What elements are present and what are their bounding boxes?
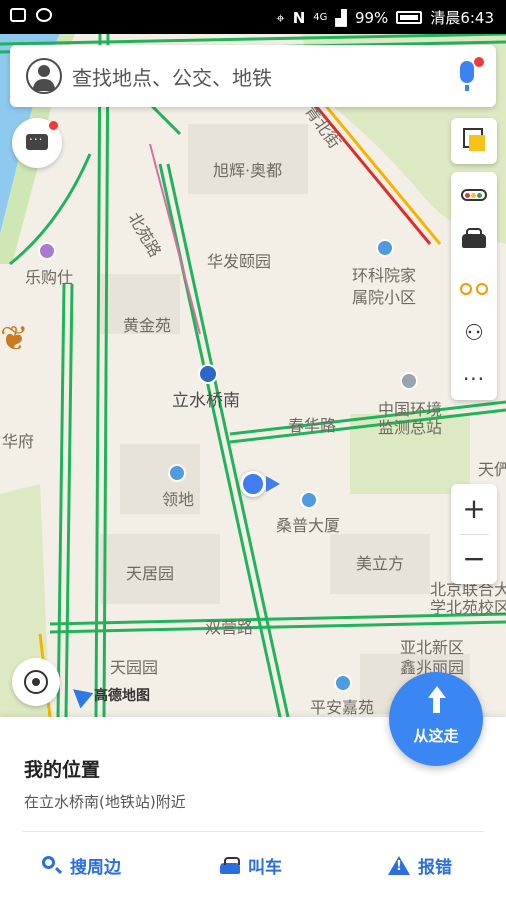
building-icon	[300, 491, 318, 509]
poi-huanke-jia[interactable]: 环科院家	[352, 262, 416, 286]
current-location-marker	[240, 471, 266, 497]
search-bar[interactable]: 查找地点、公交、地铁	[10, 45, 496, 107]
call-taxi-label: 叫车	[248, 858, 282, 878]
poi-meili-fang[interactable]: 美立方	[356, 550, 404, 574]
report-error-button[interactable]: 报错	[388, 853, 452, 878]
poi-lishui-qiaonan[interactable]: 立水桥南	[172, 386, 240, 411]
building-icon	[334, 674, 352, 692]
bicycle-icon	[460, 279, 488, 295]
map-layers-button[interactable]	[451, 118, 497, 164]
microphone-icon[interactable]	[460, 61, 474, 91]
notification-dot	[474, 57, 484, 67]
more-button[interactable]: ···	[451, 356, 497, 402]
route-from-here-label: 从这走	[413, 727, 459, 745]
warning-icon	[388, 856, 410, 875]
poi-huafu[interactable]: 华府	[2, 428, 34, 452]
poi-sangpu-dasha[interactable]: 桑普大厦	[276, 512, 340, 536]
briefcase-icon	[10, 8, 26, 22]
unread-dot	[49, 121, 58, 130]
layers-icon-fill	[469, 135, 485, 151]
clock: 清晨6:43	[430, 9, 494, 27]
poi-lingdi[interactable]: 领地	[162, 486, 194, 510]
nfc-icon: N	[292, 8, 306, 27]
poi-huafa-yiyuan[interactable]: 华发颐园	[207, 248, 271, 272]
poi-tianju-yuan[interactable]: 天居园	[126, 560, 174, 584]
road-label-shuang-ying-lu: 双营路	[205, 618, 254, 637]
subway-icon	[198, 364, 218, 384]
poi-xuebei-yuan[interactable]: 学北苑校区	[430, 594, 506, 618]
chat-icon	[26, 129, 48, 150]
poi-legou-shi[interactable]: 乐购仕	[25, 264, 73, 288]
building-icon	[168, 464, 186, 482]
map-view[interactable]: 青北街 北苑路 春华路 双营路 旭辉·奥都 乐购仕 华发颐园 环科院家 属院小区…	[0, 34, 506, 717]
signal-icon: ▟	[335, 8, 347, 27]
search-nearby-label: 搜周边	[70, 858, 121, 878]
network-indicator: 4G	[313, 12, 328, 23]
shopping-icon	[38, 242, 56, 260]
search-icon	[42, 855, 62, 876]
panel-title: 我的位置	[24, 759, 101, 781]
panel-divider	[22, 831, 484, 832]
traffic-toggle[interactable]	[451, 172, 497, 218]
more-icon: ···	[462, 367, 486, 391]
zoom-out-button[interactable]: −	[451, 534, 497, 584]
report-error-label: 报错	[418, 858, 452, 878]
search-nearby-button[interactable]: 搜周边	[42, 853, 121, 878]
traffic-light-icon	[461, 189, 487, 201]
poi-jiance-zongzhan[interactable]: 监测总站	[378, 414, 442, 438]
route-from-here-button[interactable]: 从这走	[389, 672, 483, 766]
battery-icon	[396, 11, 423, 24]
poi-tianyu[interactable]: 天俨	[478, 456, 506, 480]
brand-name: 高德地图	[94, 688, 150, 704]
heading-arrow-icon	[266, 476, 280, 492]
battery-percent: 99%	[354, 8, 389, 27]
message-button[interactable]	[12, 118, 62, 168]
car-icon	[220, 856, 240, 876]
car-icon	[462, 228, 486, 248]
status-bar: ⌖ N 4G ▟ 99% 清晨6:43	[0, 0, 506, 34]
bike-button[interactable]	[451, 264, 497, 310]
building-icon	[376, 239, 394, 257]
autumn-leaf-icon: ❦	[0, 319, 29, 359]
zoom-in-button[interactable]: +	[451, 484, 497, 534]
poi-pingan-jiayuan[interactable]: 平安嘉苑	[310, 694, 374, 717]
map-toolbar: ⚇ ···	[451, 172, 497, 400]
arrow-up-stem	[433, 697, 440, 713]
taxi-button[interactable]	[451, 218, 497, 264]
pedestrian-icon: ⚇	[464, 320, 484, 346]
amap-logo-icon	[66, 681, 94, 709]
star-icon	[400, 372, 418, 390]
panel-subtitle: 在立水桥南(地铁站)附近	[24, 793, 186, 811]
walk-button[interactable]: ⚇	[451, 310, 497, 356]
locate-button[interactable]	[12, 658, 60, 706]
poi-tianyuan-yuan[interactable]: 天园园	[110, 654, 158, 678]
face-icon	[36, 8, 52, 22]
call-taxi-button[interactable]: 叫车	[220, 853, 282, 878]
search-input[interactable]: 查找地点、公交、地铁	[72, 62, 272, 91]
location-status-icon: ⌖	[276, 8, 285, 27]
zoom-control: + −	[451, 484, 497, 584]
road-label-chun-hua-lu: 春华路	[288, 416, 337, 435]
brand-logo: 高德地图	[66, 681, 150, 709]
poi-huanke-jia-2[interactable]: 属院小区	[352, 284, 416, 308]
poi-huangjin-yuan[interactable]: 黄金苑	[123, 312, 171, 336]
avatar[interactable]	[26, 58, 62, 94]
poi-xuhui-aodu[interactable]: 旭辉·奥都	[213, 157, 282, 181]
crosshair-core	[32, 678, 40, 686]
